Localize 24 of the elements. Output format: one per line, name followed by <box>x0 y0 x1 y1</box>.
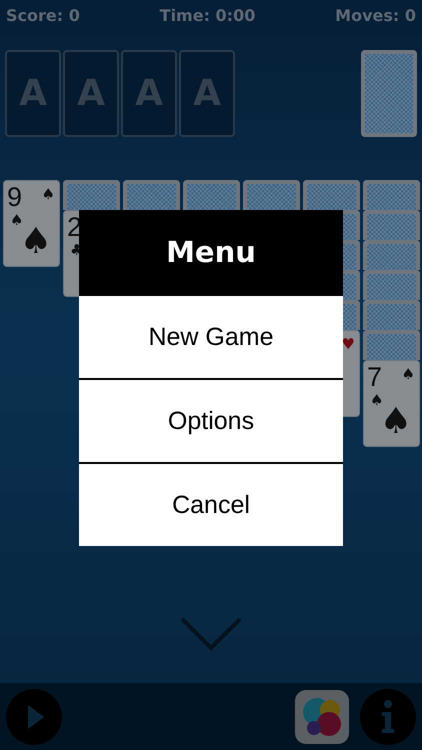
card-back[interactable] <box>363 210 420 240</box>
info-button[interactable] <box>360 688 416 744</box>
menu-title: Menu <box>79 210 343 294</box>
card-back[interactable] <box>363 330 420 360</box>
card-back[interactable] <box>363 300 420 330</box>
stat-label: Moves: 0 <box>335 6 416 24</box>
card-rank: 7 <box>367 362 382 392</box>
card-back[interactable] <box>363 240 420 270</box>
card-back[interactable] <box>363 270 420 300</box>
stock-pile[interactable] <box>361 50 417 137</box>
card-back[interactable] <box>63 180 120 210</box>
playing-card[interactable]: 7 ♠ ♠♠ <box>363 360 420 447</box>
playing-card[interactable]: 9 ♠ ♠♠ <box>3 180 60 267</box>
chevron-down-icon[interactable] <box>180 617 242 651</box>
suit-symbol: ♥ <box>342 336 355 352</box>
suit-symbol: ♠ <box>402 366 415 382</box>
stat-label: Score: 0 <box>6 6 80 24</box>
card-back[interactable] <box>363 180 420 210</box>
card-rank: 9 <box>7 182 22 212</box>
card-back[interactable] <box>303 180 360 210</box>
suit-symbol: ♠ <box>42 186 55 202</box>
stat-label: Time: 0:00 <box>160 6 256 24</box>
bubbles-app-icon[interactable] <box>295 690 349 744</box>
play-button[interactable] <box>6 688 62 744</box>
